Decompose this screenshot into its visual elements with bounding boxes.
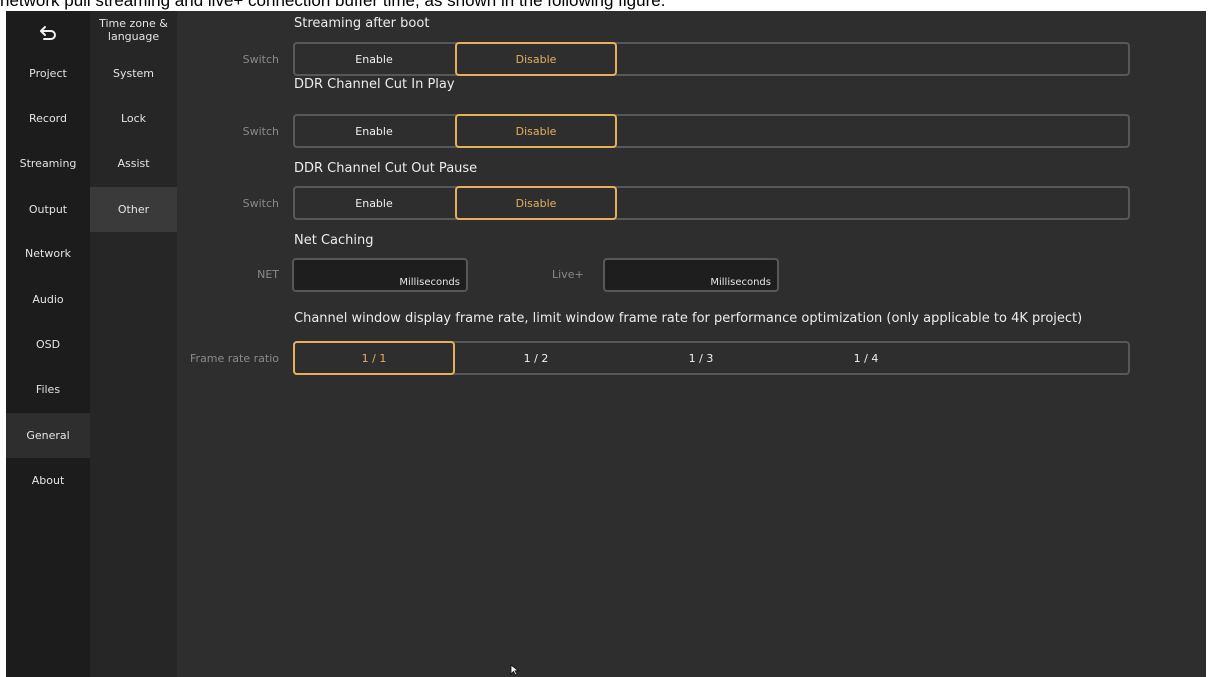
sidebar-item-general[interactable]: General [6, 413, 90, 458]
enable-option[interactable]: Enable [293, 114, 455, 148]
document-caption: network pull streaming and live+ connect… [0, 0, 666, 10]
milliseconds-unit: Milliseconds [399, 277, 460, 288]
sidebar-item-about[interactable]: About [6, 458, 90, 503]
subnav-item-time-zone-language[interactable]: Time zone & language [90, 7, 177, 52]
ddr-cut-in-play-switch: Enable Disable [293, 114, 1130, 148]
sidebar-item-audio[interactable]: Audio [6, 277, 90, 322]
disable-option[interactable]: Disable [455, 186, 617, 220]
secondary-sidebar: Time zone & language System Lock Assist … [90, 11, 177, 677]
switch-label: Switch [242, 53, 279, 66]
frame-rate-option-1-3[interactable]: 1 / 3 [620, 341, 782, 375]
enable-option[interactable]: Enable [293, 42, 455, 76]
switch-label: Switch [242, 125, 279, 138]
sidebar-item-files[interactable]: Files [6, 367, 90, 412]
primary-sidebar: Project Record Streaming Output Network … [6, 11, 90, 677]
back-button[interactable] [6, 11, 90, 55]
section-title-ddr-cut-out-pause: DDR Channel Cut Out Pause [294, 161, 478, 176]
disable-option[interactable]: Disable [455, 42, 617, 76]
section-title-frame-rate: Channel window display frame rate, limit… [294, 311, 1083, 326]
enable-option[interactable]: Enable [293, 186, 455, 220]
section-title-net-caching: Net Caching [294, 233, 374, 248]
streaming-after-boot-switch: Enable Disable [293, 42, 1130, 76]
back-arrow-icon [40, 26, 56, 40]
sidebar-item-record[interactable]: Record [6, 96, 90, 141]
frame-rate-option-1-1[interactable]: 1 / 1 [293, 341, 455, 375]
live-plus-label: Live+ [552, 268, 584, 281]
sidebar-item-output[interactable]: Output [6, 187, 90, 232]
switch-label: Switch [242, 197, 279, 210]
settings-app: Project Record Streaming Output Network … [6, 11, 1206, 677]
mouse-cursor-icon [510, 664, 520, 676]
frame-rate-ratio-selector: 1 / 1 1 / 2 1 / 3 1 / 4 [293, 341, 1130, 375]
frame-rate-option-1-4[interactable]: 1 / 4 [785, 341, 947, 375]
subnav-item-system[interactable]: System [90, 51, 177, 96]
frame-rate-option-1-2[interactable]: 1 / 2 [455, 341, 617, 375]
sidebar-item-osd[interactable]: OSD [6, 322, 90, 367]
net-label: NET [257, 268, 279, 281]
subnav-item-assist[interactable]: Assist [90, 141, 177, 186]
subnav-item-other[interactable]: Other [90, 187, 177, 232]
section-title-ddr-cut-in-play: DDR Channel Cut In Play [294, 77, 455, 92]
ddr-cut-out-pause-switch: Enable Disable [293, 186, 1130, 220]
sidebar-item-project[interactable]: Project [6, 51, 90, 96]
disable-option[interactable]: Disable [455, 114, 617, 148]
live-plus-caching-input[interactable]: Milliseconds [603, 258, 779, 292]
net-caching-input[interactable]: Milliseconds [292, 258, 468, 292]
sidebar-item-streaming[interactable]: Streaming [6, 141, 90, 186]
section-title-streaming-after-boot: Streaming after boot [294, 16, 430, 31]
subnav-item-lock[interactable]: Lock [90, 96, 177, 141]
milliseconds-unit: Milliseconds [710, 277, 771, 288]
sidebar-item-network[interactable]: Network [6, 231, 90, 276]
frame-rate-ratio-label: Frame rate ratio [190, 352, 279, 365]
